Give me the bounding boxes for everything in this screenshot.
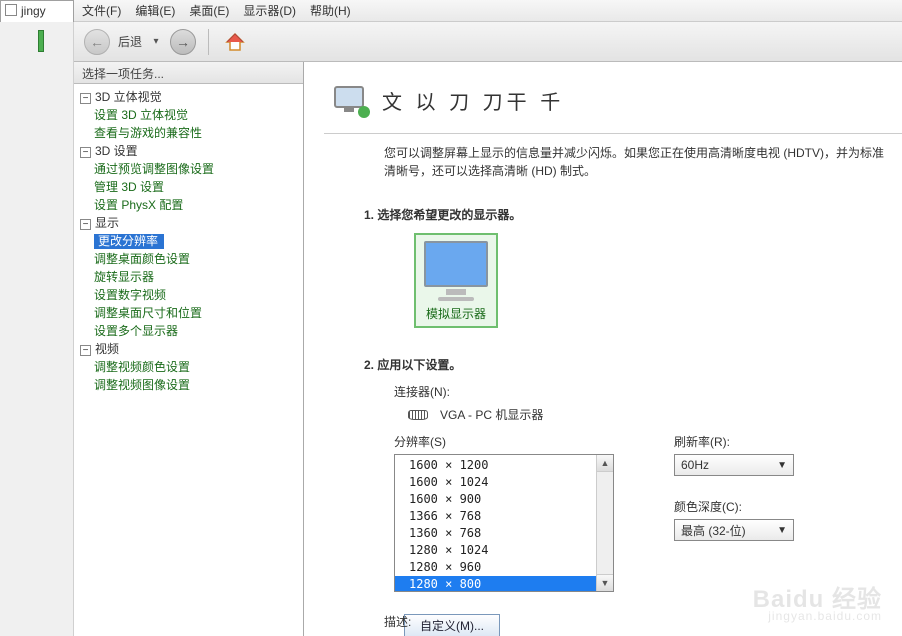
tree-item[interactable]: 设置数字视频 bbox=[94, 288, 166, 302]
toolbar-separator bbox=[208, 29, 209, 55]
resolution-option[interactable]: 1600 × 1024 bbox=[395, 474, 596, 491]
page-description: 您可以调整屏幕上显示的信息量并减少闪烁。如果您正在使用高清晰度电视 (HDTV)… bbox=[384, 144, 892, 180]
tree-item[interactable]: 管理 3D 设置 bbox=[94, 180, 164, 194]
refresh-rate-value: 60Hz bbox=[681, 458, 709, 472]
main-panel: 文 以 刀 刀干 千 您可以调整屏幕上显示的信息量并减少闪烁。如果您正在使用高清… bbox=[304, 62, 902, 636]
vga-icon bbox=[408, 410, 428, 420]
menu-desktop[interactable]: 桌面(E) bbox=[189, 2, 229, 19]
refresh-rate-dropdown[interactable]: 60Hz ▼ bbox=[674, 454, 794, 476]
menubar: 文件(F) 编辑(E) 桌面(E) 显示器(D) 帮助(H) bbox=[74, 0, 902, 22]
tree-item[interactable]: 调整视频图像设置 bbox=[94, 378, 190, 392]
monitor-selector[interactable]: 模拟显示器 bbox=[414, 233, 498, 328]
tree-toggle-icon[interactable]: − bbox=[80, 147, 91, 158]
task-tree: −3D 立体视觉 设置 3D 立体视觉 查看与游戏的兼容性 −3D 设置 通过预… bbox=[74, 84, 303, 636]
scroll-down-icon[interactable]: ▼ bbox=[597, 574, 613, 591]
tree-toggle-icon[interactable]: − bbox=[80, 219, 91, 230]
browser-tab-fragment[interactable]: jingy bbox=[0, 0, 74, 22]
tree-item[interactable]: 通过预览调整图像设置 bbox=[94, 162, 214, 176]
chevron-down-icon: ▼ bbox=[777, 525, 787, 536]
page-header: 文 以 刀 刀干 千 bbox=[324, 62, 902, 134]
tree-toggle-icon[interactable]: − bbox=[80, 345, 91, 356]
resolution-option[interactable]: 1600 × 900 bbox=[395, 491, 596, 508]
tree-item-change-resolution[interactable]: 更改分辨率 bbox=[94, 234, 164, 249]
resolution-option[interactable]: 1366 × 768 bbox=[395, 508, 596, 525]
step2-heading: 2. 应用以下设置。 bbox=[364, 356, 892, 373]
color-depth-dropdown[interactable]: 最高 (32-位) ▼ bbox=[674, 519, 794, 541]
decorative-green-bar bbox=[38, 30, 44, 52]
scroll-up-icon[interactable]: ▲ bbox=[597, 455, 613, 472]
app-frame: 文件(F) 编辑(E) 桌面(E) 显示器(D) 帮助(H) ← 后退 ▾ → bbox=[74, 0, 902, 636]
back-label: 后退 bbox=[118, 33, 142, 50]
connector-row: VGA - PC 机显示器 bbox=[408, 406, 892, 423]
tree-item[interactable]: 旋转显示器 bbox=[94, 270, 154, 284]
arrow-right-icon: → bbox=[176, 34, 190, 50]
resolution-label: 分辨率(S) bbox=[394, 433, 614, 450]
connector-label: 连接器(N): bbox=[394, 383, 892, 400]
outer-left-panel: jingy bbox=[0, 0, 74, 636]
toolbar: ← 后退 ▾ → bbox=[74, 22, 902, 62]
tree-item[interactable]: 设置 3D 立体视觉 bbox=[94, 108, 188, 122]
monitor-icon bbox=[424, 241, 488, 287]
menu-file[interactable]: 文件(F) bbox=[82, 2, 121, 19]
tree-toggle-icon[interactable]: − bbox=[80, 93, 91, 104]
forward-button[interactable]: → bbox=[170, 29, 196, 55]
resolution-listbox[interactable]: 1600 × 12001600 × 10241600 × 9001366 × 7… bbox=[394, 454, 614, 592]
sidebar-header: 选择一项任务... bbox=[74, 62, 303, 84]
monitor-stand-icon bbox=[446, 289, 466, 295]
description-label: 描述: bbox=[384, 613, 411, 630]
step1-heading: 1. 选择您希望更改的显示器。 bbox=[364, 206, 892, 223]
tree-item[interactable]: 调整桌面尺寸和位置 bbox=[94, 306, 202, 320]
menu-help[interactable]: 帮助(H) bbox=[310, 2, 351, 19]
customize-button[interactable]: 自定义(M)... bbox=[404, 614, 500, 636]
page-header-icon bbox=[334, 86, 368, 116]
home-button[interactable] bbox=[221, 28, 249, 56]
color-depth-label: 颜色深度(C): bbox=[674, 498, 794, 515]
tree-group-video[interactable]: 视频 bbox=[95, 342, 119, 356]
arrow-left-icon: ← bbox=[90, 34, 104, 50]
resolution-option[interactable]: 1280 × 960 bbox=[395, 559, 596, 576]
chevron-down-icon: ▼ bbox=[777, 460, 787, 471]
tree-item[interactable]: 设置 PhysX 配置 bbox=[94, 198, 183, 212]
tree-group-3d-settings[interactable]: 3D 设置 bbox=[95, 144, 138, 158]
page-title: 文 以 刀 刀干 千 bbox=[382, 86, 564, 115]
monitor-caption: 模拟显示器 bbox=[424, 305, 488, 322]
history-dropdown-icon[interactable]: ▾ bbox=[150, 36, 162, 48]
scrollbar[interactable]: ▲ ▼ bbox=[596, 455, 613, 591]
menu-edit[interactable]: 编辑(E) bbox=[135, 2, 175, 19]
tree-item[interactable]: 调整桌面颜色设置 bbox=[94, 252, 190, 266]
tree-item[interactable]: 设置多个显示器 bbox=[94, 324, 178, 338]
sidebar: 选择一项任务... −3D 立体视觉 设置 3D 立体视觉 查看与游戏的兼容性 … bbox=[74, 62, 304, 636]
resolution-option[interactable]: 1360 × 768 bbox=[395, 525, 596, 542]
resolution-option[interactable]: 1280 × 1024 bbox=[395, 542, 596, 559]
menu-display[interactable]: 显示器(D) bbox=[243, 2, 296, 19]
content-row: 选择一项任务... −3D 立体视觉 设置 3D 立体视觉 查看与游戏的兼容性 … bbox=[74, 62, 902, 636]
tree-item[interactable]: 调整视频颜色设置 bbox=[94, 360, 190, 374]
resolution-option[interactable]: 1280 × 800 bbox=[395, 576, 596, 591]
tree-group-display[interactable]: 显示 bbox=[95, 216, 119, 230]
refresh-rate-label: 刷新率(R): bbox=[674, 433, 794, 450]
back-button[interactable]: ← bbox=[84, 29, 110, 55]
window: jingy 文件(F) 编辑(E) 桌面(E) 显示器(D) 帮助(H) ← 后… bbox=[0, 0, 902, 636]
home-icon bbox=[223, 30, 247, 54]
page-body: 您可以调整屏幕上显示的信息量并减少闪烁。如果您正在使用高清晰度电视 (HDTV)… bbox=[324, 134, 902, 636]
tree-item[interactable]: 查看与游戏的兼容性 bbox=[94, 126, 202, 140]
tree-group-3d-stereoscopic[interactable]: 3D 立体视觉 bbox=[95, 90, 162, 104]
monitor-base-icon bbox=[438, 297, 474, 301]
connector-value: VGA - PC 机显示器 bbox=[440, 406, 543, 423]
color-depth-value: 最高 (32-位) bbox=[681, 522, 746, 539]
resolution-option[interactable]: 1600 × 1200 bbox=[395, 457, 596, 474]
